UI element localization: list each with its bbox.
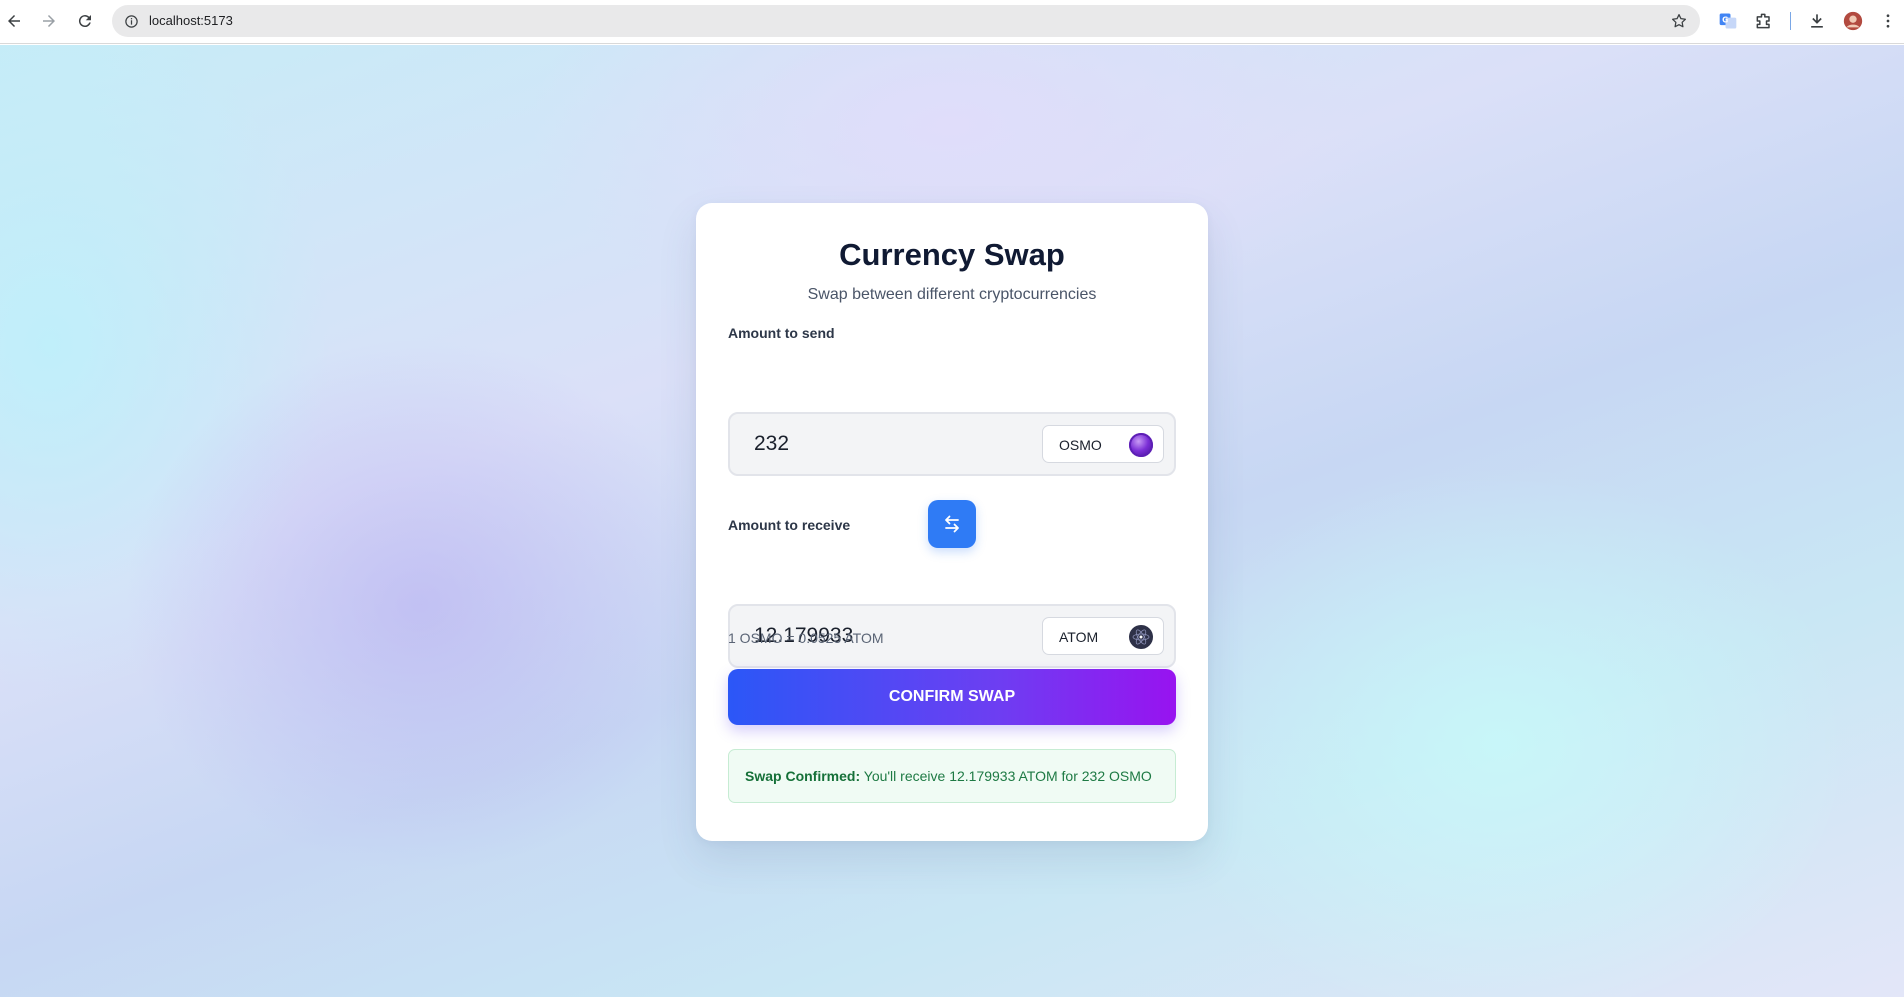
browser-toolbar: localhost:5173 G — [0, 0, 1904, 44]
download-icon[interactable] — [1806, 10, 1828, 32]
receive-token-select[interactable]: ATOM — [1042, 617, 1164, 655]
svg-text:G: G — [1722, 16, 1728, 25]
send-amount-field[interactable]: 232 OSMO — [728, 412, 1176, 476]
swap-card: Currency Swap Swap between different cry… — [696, 203, 1208, 841]
translate-icon[interactable]: G — [1717, 10, 1739, 32]
extensions-icon[interactable] — [1753, 10, 1775, 32]
success-title: Swap Confirmed: — [745, 768, 861, 784]
swap-direction-button[interactable] — [928, 500, 976, 548]
receive-amount-label: Amount to receive — [728, 517, 851, 533]
url-text[interactable]: localhost:5173 — [149, 13, 233, 28]
toolbar-divider — [1790, 12, 1791, 30]
send-token-name: OSMO — [1059, 437, 1102, 453]
reload-icon[interactable] — [73, 9, 97, 33]
confirm-swap-button[interactable]: CONFIRM SWAP — [728, 669, 1176, 725]
atom-logo-icon — [1129, 625, 1153, 649]
forward-arrow-icon[interactable] — [37, 9, 61, 33]
profile-avatar[interactable] — [1842, 10, 1864, 32]
page-subtitle: Swap between different cryptocurrencies — [807, 286, 1097, 303]
back-arrow-icon[interactable] — [2, 9, 26, 33]
site-info-icon[interactable] — [122, 12, 140, 30]
bookmark-star-icon[interactable] — [1670, 12, 1688, 30]
swap-arrows-icon — [945, 515, 959, 533]
send-token-select[interactable]: OSMO — [1042, 425, 1164, 463]
address-bar[interactable]: localhost:5173 — [112, 5, 1700, 37]
page-title: Currency Swap — [839, 237, 1065, 272]
page-background: Currency Swap Swap between different cry… — [0, 45, 1904, 997]
osmo-logo-icon — [1129, 433, 1153, 457]
more-menu-icon[interactable] — [1877, 10, 1899, 32]
exchange-rate: 1 OSMO = 0.0525 ATOM — [728, 630, 884, 646]
success-detail: You'll receive 12.179933 ATOM for 232 OS… — [860, 768, 1152, 784]
swap-success-message: Swap Confirmed: You'll receive 12.179933… — [728, 749, 1176, 803]
send-amount-label: Amount to send — [728, 325, 835, 341]
send-amount-input[interactable]: 232 — [754, 432, 789, 456]
receive-token-name: ATOM — [1059, 629, 1099, 645]
